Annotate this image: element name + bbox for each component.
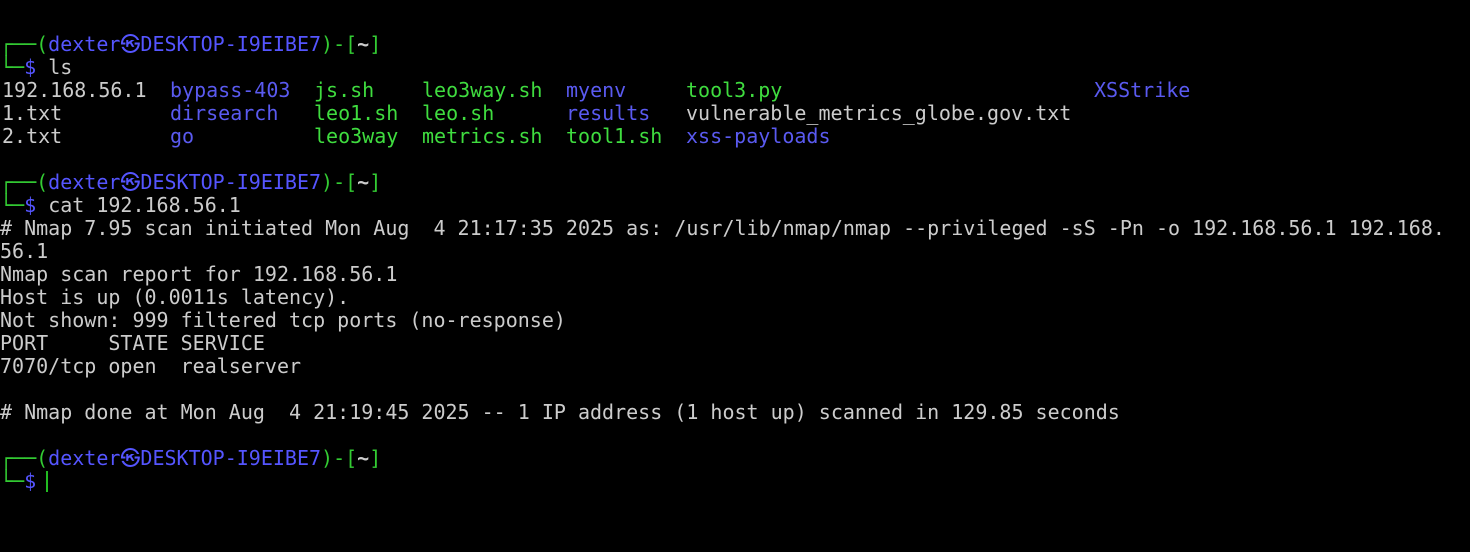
ls-dir: XSStrike: [1094, 78, 1191, 102]
prompt-command-line: └─$ ls: [0, 55, 73, 79]
output-line: # Nmap done at Mon Aug 4 21:19:45 2025 -…: [0, 400, 1120, 424]
ls-exec: leo1.sh: [314, 101, 399, 125]
prompt-cwd: ~: [357, 170, 370, 194]
prompt-host: DESKTOP-I9EIBE7: [140, 32, 322, 56]
ls-dir: dirsearch: [170, 101, 279, 125]
output-line: Not shown: 999 filtered tcp ports (no-re…: [0, 308, 566, 332]
prompt-host-line: ┌──(dexter㉿DESKTOP-I9EIBE7)-[~]: [0, 170, 382, 194]
ls-row: 2.txt go leo3way metrics.sh tool1.sh xss…: [0, 125, 1470, 148]
ls-dir: xss-payloads: [686, 124, 831, 148]
command-cat: cat 192.168.56.1: [48, 193, 241, 217]
ls-file: 1.txt: [2, 101, 63, 125]
output-line: 7070/tcp open realserver: [0, 354, 302, 378]
ls-exec: leo3way: [314, 124, 399, 148]
at-icon: ㉿: [120, 446, 141, 470]
terminal-window[interactable]: ┌──(dexter㉿DESKTOP-I9EIBE7)-[~] └─$ ls 1…: [0, 0, 1470, 552]
ls-file: 2.txt: [2, 124, 63, 148]
prompt-dollar: $: [24, 469, 37, 493]
prompt-host-line: ┌──(dexter㉿DESKTOP-I9EIBE7)-[~]: [0, 446, 382, 470]
prompt-host: DESKTOP-I9EIBE7: [140, 446, 322, 470]
text-cursor[interactable]: [46, 471, 49, 492]
ls-exec: js.sh: [314, 78, 375, 102]
ls-dir: myenv: [566, 78, 627, 102]
ls-exec: tool3.py: [686, 78, 783, 102]
ls-file: vulnerable_metrics_globe.gov.txt: [686, 101, 1072, 125]
ls-exec: tool1.sh: [566, 124, 663, 148]
prompt-host: DESKTOP-I9EIBE7: [140, 170, 322, 194]
ls-dir: go: [170, 124, 195, 148]
box-top: ┌──: [0, 32, 37, 56]
ls-dir: results: [566, 101, 651, 125]
prompt-user: dexter: [48, 32, 121, 56]
output-line: Nmap scan report for 192.168.56.1: [0, 262, 398, 286]
command-ls: ls: [48, 55, 73, 79]
output-line: Host is up (0.0011s latency).: [0, 285, 350, 309]
ls-exec: metrics.sh: [422, 124, 543, 148]
output-line: PORT STATE SERVICE: [0, 331, 265, 355]
prompt-cwd: ~: [357, 32, 370, 56]
at-icon: ㉿: [120, 32, 141, 56]
prompt-user: dexter: [48, 446, 121, 470]
ls-exec: leo.sh: [422, 101, 495, 125]
prompt-host-line: ┌──(dexter㉿DESKTOP-I9EIBE7)-[~]: [0, 32, 382, 56]
prompt-cwd: ~: [357, 446, 370, 470]
ls-row: 1.txt dirsearch leo1.sh leo.sh results v…: [0, 102, 1470, 125]
prompt-dollar: $: [24, 55, 37, 79]
prompt-dollar: $: [24, 193, 37, 217]
prompt-user: dexter: [48, 170, 121, 194]
output-line: 56.1: [0, 239, 49, 263]
ls-exec: leo3way.sh: [422, 78, 543, 102]
ls-dir: bypass-403: [170, 78, 291, 102]
prompt-command-line: └─$ cat 192.168.56.1: [0, 193, 241, 217]
ls-file: 192.168.56.1: [2, 78, 147, 102]
output-line: # Nmap 7.95 scan initiated Mon Aug 4 21:…: [0, 216, 1445, 240]
at-icon: ㉿: [120, 170, 141, 194]
ls-row: 192.168.56.1 bypass-403 js.sh leo3way.sh…: [0, 79, 1470, 102]
prompt-input-line[interactable]: └─$: [0, 470, 1470, 493]
